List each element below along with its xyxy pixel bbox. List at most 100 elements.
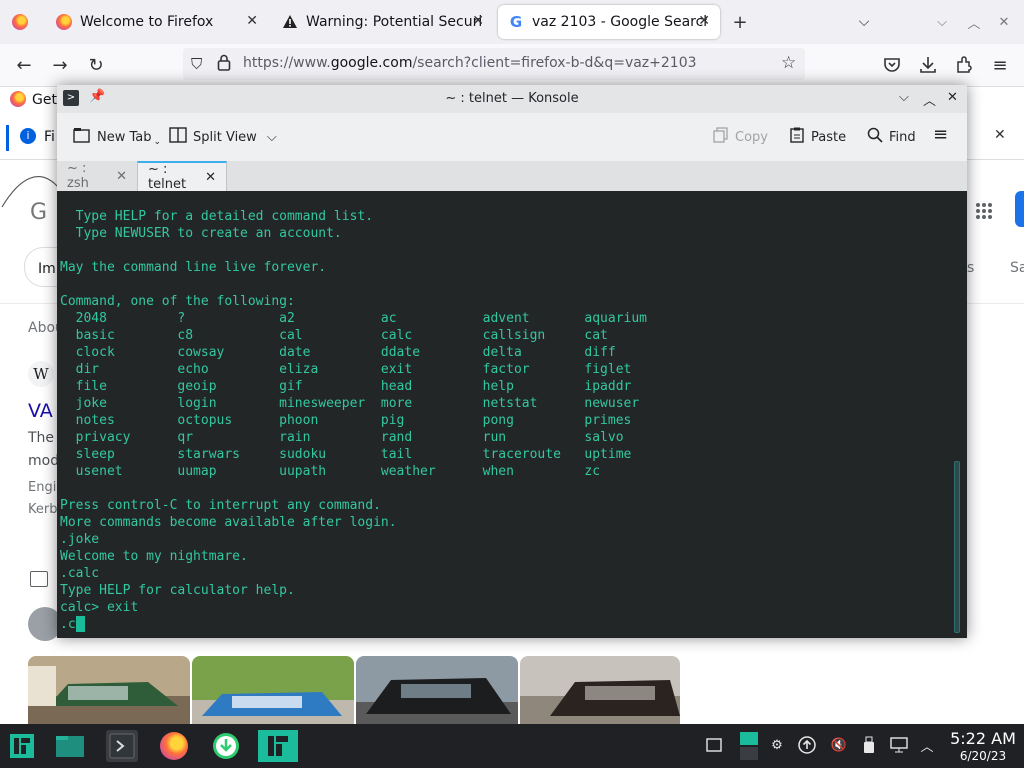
copy-button[interactable]: Copy <box>713 127 768 147</box>
clock-time: 5:22 AM <box>950 729 1016 748</box>
window-title: ~ : telnet — Konsole <box>445 91 579 106</box>
find-button[interactable]: Find <box>867 127 916 147</box>
network-icon[interactable] <box>890 736 908 754</box>
terminal-line: 2048 ? a2 ac advent aquarium <box>60 311 647 326</box>
warning-icon <box>282 14 298 30</box>
image-thumbnail[interactable] <box>356 656 518 724</box>
terminal-line: Type NEWUSER to create an account. <box>60 226 342 241</box>
konsole-taskbar-icon[interactable] <box>106 730 138 762</box>
chevron-down-icon: ⌄ <box>153 137 162 147</box>
tab-label: ~ : telnet <box>148 162 187 192</box>
tab-zsh[interactable]: ~ : zsh ✕ <box>57 161 137 191</box>
terminal-line: privacy qr rain rand run salvo <box>60 430 624 445</box>
back-arrow-icon[interactable]: ← <box>12 53 36 77</box>
close-icon[interactable]: ✕ <box>947 90 958 105</box>
browser-tab-bar: Welcome to Firefox ✕ Warning: Potential … <box>0 0 1024 44</box>
clock[interactable]: 5:22 AM 6/20/23 <box>948 729 1018 763</box>
search-icon <box>867 127 883 147</box>
result-snippet-line: The <box>28 430 55 446</box>
manjaro-settings-icon[interactable] <box>258 730 298 762</box>
terminal-line: calc> exit <box>60 600 139 615</box>
result-title[interactable]: VA <box>28 400 53 422</box>
terminal-scrollbar[interactable] <box>954 461 960 633</box>
minimize-icon[interactable]: ⌵ <box>930 10 954 34</box>
browser-nav-bar: ← → ↻ ⛉ https://www.google.com/search?cl… <box>0 44 1024 87</box>
firefox-icon <box>56 14 72 30</box>
extensions-icon[interactable] <box>952 53 976 77</box>
window-overview-icon[interactable] <box>705 736 723 754</box>
terminal-line: usenet uumap uupath weather when zc <box>60 464 601 479</box>
terminal-line: basic c8 cal calc callsign cat <box>60 328 608 343</box>
image-icon <box>30 571 48 587</box>
update-icon[interactable] <box>798 736 816 754</box>
tray-expand-chevron-icon[interactable]: ︿ <box>918 736 936 755</box>
tab-telnet[interactable]: ~ : telnet ✕ <box>137 161 227 192</box>
terminal-line: Command, one of the following: <box>60 294 295 309</box>
tab-security-warning[interactable]: Warning: Potential Securit ✕ <box>272 5 494 39</box>
konsole-titlebar[interactable]: > 📌 ~ : telnet — Konsole ⌵ ︿ ✕ <box>57 85 967 113</box>
removable-device-icon[interactable] <box>860 736 878 754</box>
tab-firefox-home[interactable] <box>2 5 40 39</box>
new-tab-label: New Tab <box>97 129 152 145</box>
maximize-icon[interactable]: ︿ <box>962 10 986 34</box>
close-icon[interactable]: ✕ <box>246 13 258 29</box>
menu-hamburger-icon[interactable]: ≡ <box>988 53 1012 77</box>
application-launcher-icon[interactable] <box>6 730 38 762</box>
paste-button[interactable]: Paste <box>789 127 846 147</box>
image-thumbnail[interactable] <box>520 656 680 724</box>
terminal-text: Type HELP for a detailed command list. T… <box>60 191 647 633</box>
list-tabs-chevron-icon[interactable]: ⌵ <box>852 10 876 34</box>
file-manager-icon[interactable] <box>54 730 86 762</box>
terminal-line: Welcome to my nightmare. <box>60 549 248 564</box>
terminal-line: More commands become available after log… <box>60 515 397 530</box>
connect-icon[interactable]: ⚙ <box>768 736 786 754</box>
terminal-line: Type HELP for a detailed command list. <box>60 209 374 224</box>
lock-icon[interactable] <box>217 54 231 76</box>
hamburger-menu-icon[interactable]: ≡ <box>933 124 948 145</box>
konsole-toolbar: New Tab ⌄ Split View ⌵ Copy Paste Find ≡ <box>57 113 967 161</box>
split-view-icon <box>169 127 187 147</box>
reload-icon[interactable]: ↻ <box>84 53 108 77</box>
image-thumbnail[interactable] <box>28 656 190 724</box>
paste-label: Paste <box>811 129 847 145</box>
firefox-icon <box>10 91 26 107</box>
close-window-icon[interactable]: ✕ <box>992 10 1016 34</box>
close-icon[interactable]: ✕ <box>698 13 710 29</box>
url-bar[interactable]: ⛉ https://www.google.com/search?client=f… <box>183 48 805 80</box>
forward-arrow-icon[interactable]: → <box>48 53 72 77</box>
bookmark-star-icon[interactable]: ☆ <box>781 53 796 73</box>
new-tab-button[interactable]: New Tab ⌄ <box>73 127 161 147</box>
tab-google-search[interactable]: G vaz 2103 - Google Search ✕ <box>498 5 720 39</box>
pager-icon[interactable] <box>740 732 758 760</box>
download-manager-icon[interactable] <box>210 730 242 762</box>
find-label: Find <box>889 129 916 145</box>
close-icon[interactable]: ✕ <box>472 13 484 29</box>
new-tab-plus-icon[interactable]: + <box>728 10 752 34</box>
bookmark-label[interactable]: Get <box>32 92 57 108</box>
tab-welcome-to-firefox[interactable]: Welcome to Firefox ✕ <box>46 5 268 39</box>
shield-icon[interactable]: ⛉ <box>191 55 202 73</box>
pocket-icon[interactable] <box>880 53 904 77</box>
sign-in-button[interactable] <box>1015 191 1024 227</box>
firefox-icon[interactable] <box>158 730 190 762</box>
close-icon[interactable]: ✕ <box>205 170 216 185</box>
tab-label: Welcome to Firefox <box>80 14 214 30</box>
close-icon[interactable]: ✕ <box>994 127 1006 143</box>
maximize-icon[interactable]: ︿ <box>923 90 936 109</box>
minimize-icon[interactable]: ⌵ <box>899 90 909 105</box>
volume-muted-icon[interactable]: 🔇 <box>830 736 848 754</box>
url-text: https://www.google.com/search?client=fir… <box>243 55 697 71</box>
split-view-button[interactable]: Split View ⌵ <box>169 127 277 147</box>
tab-label: ~ : zsh <box>67 161 89 191</box>
terminal-line: .c <box>60 617 76 632</box>
info-icon: i <box>20 128 36 144</box>
terminal-output[interactable]: Type HELP for a detailed command list. T… <box>57 191 967 638</box>
download-icon[interactable] <box>916 53 940 77</box>
close-icon[interactable]: ✕ <box>116 169 127 184</box>
terminal-line: Press control-C to interrupt any command… <box>60 498 381 513</box>
image-thumbnail[interactable] <box>192 656 354 724</box>
apps-grid-icon[interactable] <box>975 202 993 220</box>
